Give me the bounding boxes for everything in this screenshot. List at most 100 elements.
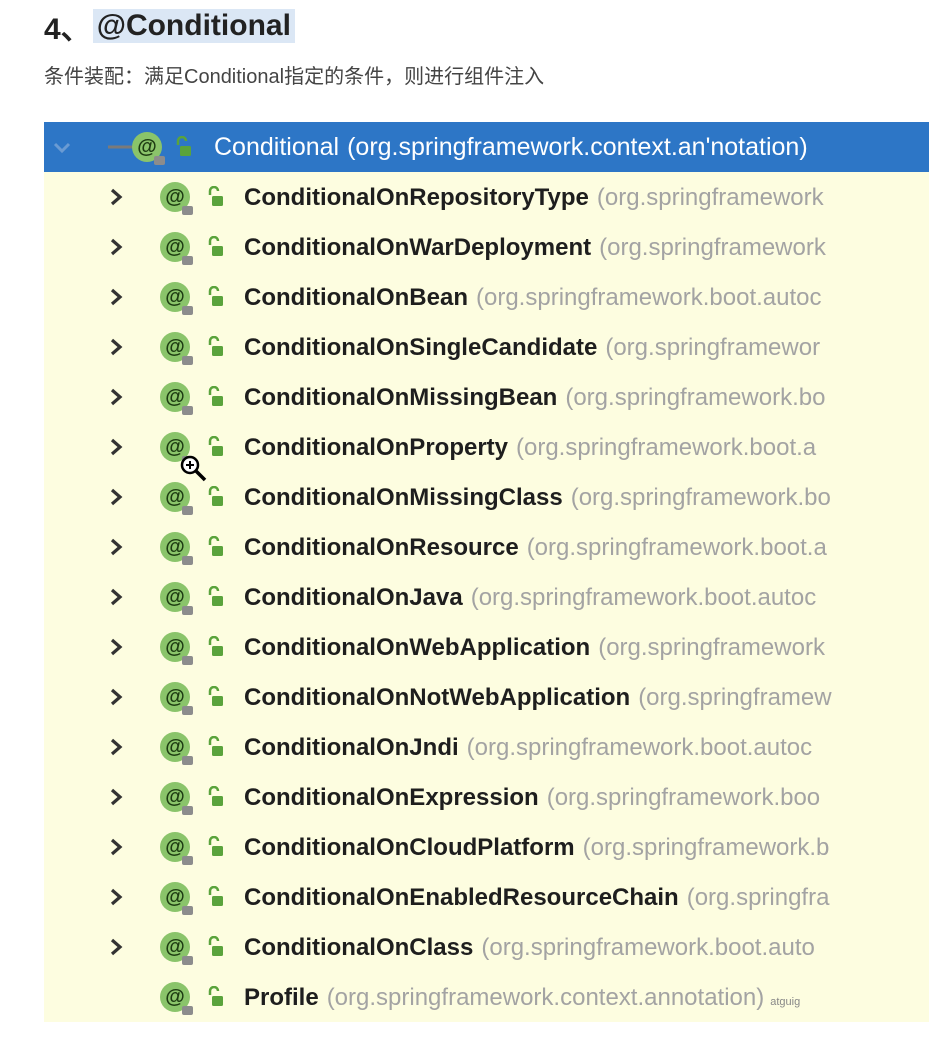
- type-package: (org.springframework.bo: [570, 484, 831, 511]
- tree-item-label: ConditionalOnRepositoryType (org.springfr…: [244, 184, 824, 212]
- annotation-icon: @: [160, 682, 193, 715]
- public-access-icon: [176, 136, 191, 156]
- chevron-right-icon[interactable]: [106, 587, 126, 607]
- tree-item-row[interactable]: @ ConditionalOnNotWebApplication (org.spri…: [44, 672, 929, 722]
- annotation-icon: @: [160, 332, 193, 365]
- tree-item-row[interactable]: @ ConditionalOnEnabledResourceChain (org.s…: [44, 872, 929, 922]
- type-package: (org.springframework.boot.autoc: [476, 284, 822, 311]
- type-package: (org.springframework.boot.a: [526, 534, 827, 561]
- chevron-right-icon[interactable]: [106, 387, 126, 407]
- chevron-right-icon[interactable]: [106, 287, 126, 307]
- type-name: ConditionalOnRepositoryType: [244, 184, 589, 211]
- annotation-icon: @: [160, 982, 193, 1015]
- tree-item-row[interactable]: @ ConditionalOnResource (org.springframewo…: [44, 522, 929, 572]
- type-hierarchy-tree: @ Conditional (org.springframework.contex…: [44, 122, 929, 1022]
- type-package: (org.springframework: [598, 634, 825, 661]
- type-package: (org.springframework.boot.autoc: [466, 734, 813, 761]
- chevron-right-icon[interactable]: [106, 837, 126, 857]
- public-access-icon: [208, 336, 223, 356]
- type-package: (org.springframework: [596, 184, 824, 211]
- tree-root-row[interactable]: @ Conditional (org.springframework.contex…: [44, 122, 929, 172]
- annotation-icon: @: [160, 882, 193, 915]
- watermark-text: atguig: [770, 996, 801, 1008]
- tree-item-label: ConditionalOnExpression (org.springframew…: [244, 784, 820, 812]
- public-access-icon: [208, 636, 223, 656]
- public-access-icon: [208, 286, 223, 306]
- type-name: ConditionalOnWarDeployment: [244, 234, 592, 261]
- type-package: (org.springframework.b: [582, 834, 830, 861]
- chevron-right-icon[interactable]: [106, 487, 126, 507]
- tree-item-row[interactable]: @ ConditionalOnBean (org.springframework.b…: [44, 272, 929, 322]
- tree-item-label: ConditionalOnProperty (org.springframewor…: [244, 434, 816, 462]
- type-package: (org.springfra: [686, 884, 830, 911]
- type-name: ConditionalOnJndi: [244, 734, 459, 761]
- type-package: (org.springframework.boo: [546, 784, 821, 811]
- type-name: Profile: [244, 984, 319, 1011]
- type-package: (org.springframework: [599, 234, 826, 261]
- tree-item-row[interactable]: @ ConditionalOnWebApplication (org.springf…: [44, 622, 929, 672]
- magnifier-cursor-icon: [180, 455, 207, 482]
- public-access-icon: [208, 586, 223, 606]
- tree-item-row[interactable]: @ Profile (org.springframework.context.ann…: [44, 972, 929, 1022]
- section-description: 条件装配：满足Conditional指定的条件，则进行组件注入: [44, 66, 545, 88]
- annotation-icon: @: [160, 182, 193, 215]
- type-name: ConditionalOnMissingBean: [244, 384, 558, 411]
- public-access-icon: [208, 986, 223, 1006]
- chevron-right-icon[interactable]: [106, 937, 126, 957]
- type-package: (org.springframework.boot.auto: [481, 934, 815, 961]
- chevron-right-icon[interactable]: [106, 787, 126, 807]
- tree-item-label: ConditionalOnMissingBean (org.springframe…: [244, 384, 825, 412]
- type-name: ConditionalOnExpression: [244, 784, 539, 811]
- chevron-right-icon[interactable]: [106, 737, 126, 757]
- tree-item-label: ConditionalOnClass (org.springframework.b…: [244, 934, 815, 962]
- chevron-down-icon[interactable]: [52, 137, 72, 157]
- public-access-icon: [208, 936, 223, 956]
- chevron-right-icon[interactable]: [106, 887, 126, 907]
- public-access-icon: [208, 686, 223, 706]
- tree-item-label: ConditionalOnBean (org.springframework.bo…: [244, 284, 822, 312]
- type-name: ConditionalOnSingleCandidate: [244, 334, 598, 361]
- tree-item-row[interactable]: @ ConditionalOnWarDeployment (org.springfr…: [44, 222, 929, 272]
- chevron-right-icon[interactable]: [106, 637, 126, 657]
- chevron-right-icon[interactable]: [106, 537, 126, 557]
- tree-item-row[interactable]: @ ConditionalOnClass (org.springframework.…: [44, 922, 929, 972]
- public-access-icon: [208, 736, 223, 756]
- tree-item-row[interactable]: @ ConditionalOnMissingClass (org.springfra…: [44, 472, 929, 522]
- tree-item-row[interactable]: @ ConditionalOnJndi (org.springframework.b…: [44, 722, 929, 772]
- tree-item-row[interactable]: @ ConditionalOnSingleCandidate (org.spring…: [44, 322, 929, 372]
- tree-item-row[interactable]: @ ConditionalOnRepositoryType (org.springf…: [44, 172, 929, 222]
- type-package: (org.springframework.boot.autoc: [470, 584, 817, 611]
- public-access-icon: [208, 436, 223, 456]
- tree-root-label: Conditional (org.springframework.context.…: [214, 133, 808, 162]
- annotation-icon: @: [160, 832, 193, 865]
- public-access-icon: [208, 486, 223, 506]
- annotation-icon: @: [160, 732, 193, 765]
- public-access-icon: [208, 386, 223, 406]
- annotation-icon: @: [160, 282, 193, 315]
- type-name: ConditionalOnMissingClass: [244, 484, 563, 511]
- type-name: ConditionalOnClass: [244, 934, 474, 961]
- chevron-right-icon[interactable]: [106, 237, 126, 257]
- tree-item-row[interactable]: @ ConditionalOnProperty (org.springframewo…: [44, 422, 929, 472]
- chevron-right-icon[interactable]: [106, 187, 126, 207]
- tree-item-row[interactable]: @ ConditionalOnMissingBean (org.springfram…: [44, 372, 929, 422]
- tree-item-label: ConditionalOnWarDeployment (org.springfra…: [244, 234, 826, 262]
- chevron-right-icon[interactable]: [106, 337, 126, 357]
- type-name: ConditionalOnWebApplication: [244, 634, 591, 661]
- tree-item-label: ConditionalOnMissingClass (org.springfram…: [244, 484, 831, 512]
- type-package: (org.springframework.context.an'notation…: [347, 133, 808, 161]
- chevron-right-icon[interactable]: [106, 437, 126, 457]
- annotation-icon: @: [160, 232, 193, 265]
- tree-item-label: ConditionalOnResource (org.springframewor…: [244, 534, 827, 562]
- tree-item-row[interactable]: @ ConditionalOnCloudPlatform (org.springfr…: [44, 822, 929, 872]
- public-access-icon: [208, 886, 223, 906]
- type-name: ConditionalOnEnabledResourceChain: [244, 884, 679, 911]
- tree-item-row[interactable]: @ ConditionalOnJava (org.springframework.b…: [44, 572, 929, 622]
- tree-item-label: ConditionalOnWebApplication (org.springfr…: [244, 634, 825, 662]
- tree-item-row[interactable]: @ ConditionalOnExpression (org.springframe…: [44, 772, 929, 822]
- tree-item-label: Profile (org.springframework.context.anno…: [244, 984, 800, 1012]
- annotation-icon: @: [160, 382, 193, 415]
- chevron-right-icon[interactable]: [106, 687, 126, 707]
- tree-item-label: ConditionalOnCloudPlatform (org.springfra…: [244, 834, 829, 862]
- type-name: ConditionalOnResource: [244, 534, 519, 561]
